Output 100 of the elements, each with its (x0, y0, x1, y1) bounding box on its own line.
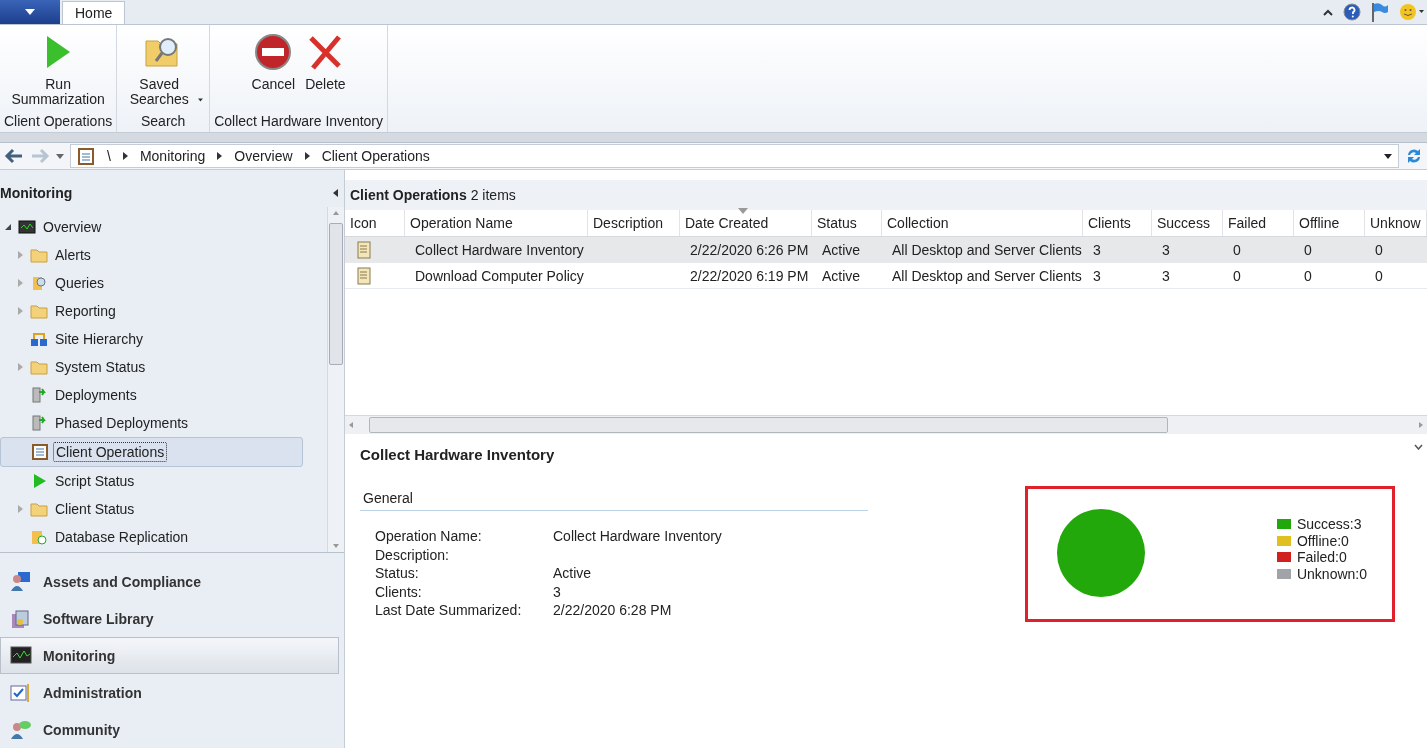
breadcrumb-arrow-icon[interactable] (217, 152, 223, 160)
horizontal-scrollbar[interactable] (345, 415, 1427, 434)
workspace-button[interactable]: Monitoring (0, 637, 339, 674)
address-bar[interactable]: \ Monitoring Overview Client Operations (70, 144, 1399, 168)
tree-item[interactable]: Reporting (52, 301, 119, 322)
collapse-pane-icon[interactable] (333, 188, 338, 197)
column-header[interactable]: Unknow (1365, 210, 1427, 236)
tree-item-icon (30, 414, 48, 433)
column-header[interactable]: Operation Name (405, 210, 588, 236)
workspace-icon (9, 570, 33, 593)
field-value: Collect Hardware Inventory (553, 528, 722, 544)
table-cell: 3 (1162, 241, 1170, 258)
column-header[interactable]: Collection (882, 210, 1083, 236)
field-value: 3 (553, 583, 561, 600)
column-header[interactable]: Failed (1223, 210, 1294, 236)
table-row[interactable]: Download Computer Policy 2/22/2020 6:19 PM Active All Desktop and Server Clients 3 3 0 0 0 (345, 263, 1427, 289)
breadcrumb-item[interactable]: Client Operations (321, 148, 430, 164)
tree-item[interactable]: Alerts (52, 245, 94, 266)
dropdown-arrow-icon[interactable] (1384, 153, 1392, 159)
breadcrumb-item[interactable]: \ (107, 148, 111, 164)
table-cell: 3 (1162, 267, 1170, 284)
table-cell: Active (822, 267, 861, 284)
ribbon-group-label: Client Operations (4, 113, 113, 131)
scroll-up-icon[interactable] (333, 211, 339, 216)
scroll-right-icon[interactable] (1419, 422, 1423, 428)
field-label: Operation Name: (375, 527, 483, 546)
table-cell: 0 (1233, 241, 1241, 258)
table-cell: All Desktop and Server Clients (892, 241, 1082, 258)
scroll-down-icon[interactable] (333, 544, 339, 548)
breadcrumb-item[interactable]: Monitoring (139, 148, 206, 164)
tree-item[interactable]: Queries (52, 273, 108, 294)
table-cell: 0 (1375, 267, 1383, 284)
details-title: Collect Hardware Inventory (360, 446, 556, 465)
table-cell: 0 (1375, 241, 1383, 258)
scrollbar[interactable] (327, 207, 344, 552)
tree-item[interactable]: Phased Deployments (52, 413, 192, 434)
collapse-details-icon[interactable] (1414, 444, 1423, 450)
tree-item[interactable]: Deployments (52, 385, 140, 406)
ribbon-group-label: Search (140, 113, 187, 131)
field-label: Description: (375, 545, 450, 564)
tree-item[interactable]: Overview (40, 217, 105, 238)
help-icon[interactable] (1343, 3, 1361, 21)
tree-item-icon (30, 500, 48, 519)
tree-item-icon (18, 218, 36, 237)
field-label: Status: (375, 564, 420, 583)
ribbon-group-label: Collect Hardware Inventory (214, 113, 384, 131)
tree-item[interactable]: Site Hierarchy (52, 329, 146, 350)
workspace-button[interactable]: Software Library (0, 600, 339, 637)
column-header[interactable]: Icon (345, 210, 405, 236)
column-header[interactable]: Clients (1083, 210, 1152, 236)
tree-item-icon (31, 443, 49, 462)
table-cell: 2/22/2020 6:19 PM (690, 267, 809, 284)
column-header[interactable]: Description (588, 210, 680, 236)
breadcrumb-arrow-icon[interactable] (304, 152, 310, 160)
clipboard-list-icon (77, 147, 95, 165)
tree-item-icon (30, 386, 48, 405)
history-dropdown-icon[interactable] (56, 153, 64, 159)
application-menu-button[interactable] (0, 0, 60, 24)
ribbon-button[interactable]: Cancel (249, 25, 298, 113)
flag-icon[interactable] (1371, 2, 1389, 22)
table-cell: All Desktop and Server Clients (892, 267, 1082, 284)
minimize-ribbon-icon[interactable] (1323, 8, 1333, 16)
tree-item-icon (30, 302, 48, 321)
column-header[interactable]: Offline (1294, 210, 1365, 236)
back-arrow-icon[interactable] (4, 148, 24, 164)
play-icon (45, 35, 72, 69)
item-count: 2 items (470, 187, 516, 203)
smiley-icon[interactable] (1399, 3, 1425, 21)
breadcrumb-item[interactable]: Overview (234, 148, 293, 164)
legend-label: Success:3 (1296, 516, 1362, 533)
tree-item[interactable]: System Status (52, 357, 149, 378)
section-heading: General (360, 490, 868, 511)
tree-item-icon (30, 274, 48, 293)
column-header[interactable]: Date Created (680, 210, 812, 236)
stop-icon (254, 33, 293, 71)
field-value: 2/22/2020 6:28 PM (553, 602, 672, 618)
legend-label: Offline:0 (1296, 532, 1349, 549)
refresh-icon[interactable] (1405, 147, 1423, 165)
ribbon-button[interactable]: Delete (303, 25, 348, 113)
ribbon-tab[interactable]: Home (62, 1, 126, 24)
workspace-icon (9, 644, 33, 667)
document-icon (355, 266, 373, 285)
tree-item-icon (30, 330, 48, 349)
ribbon-button[interactable]: Saved Searches (121, 25, 206, 113)
workspace-button[interactable]: Community (0, 711, 339, 748)
breadcrumb-arrow-icon[interactable] (122, 152, 128, 160)
table-cell: Active (822, 241, 861, 258)
column-header[interactable]: Status (812, 210, 882, 236)
workspace-button[interactable]: Administration (0, 674, 339, 711)
ribbon-button[interactable]: Run Summarization (6, 25, 111, 113)
tree-item[interactable]: Client Status (52, 499, 138, 520)
tree-item[interactable]: Script Status (52, 471, 138, 492)
column-header[interactable]: Success (1152, 210, 1223, 236)
table-cell: 3 (1093, 241, 1101, 258)
workspace-button[interactable]: Assets and Compliance (0, 563, 339, 600)
table-row[interactable]: Collect Hardware Inventory 2/22/2020 6:26 PM Active All Desktop and Server Clients 3 3 0 0 0 (345, 237, 1427, 263)
scroll-left-icon[interactable] (349, 422, 353, 428)
table-cell: 0 (1304, 267, 1312, 284)
expanded-arrow-icon[interactable] (4, 223, 12, 232)
tree-item[interactable]: Database Replication (52, 527, 192, 548)
